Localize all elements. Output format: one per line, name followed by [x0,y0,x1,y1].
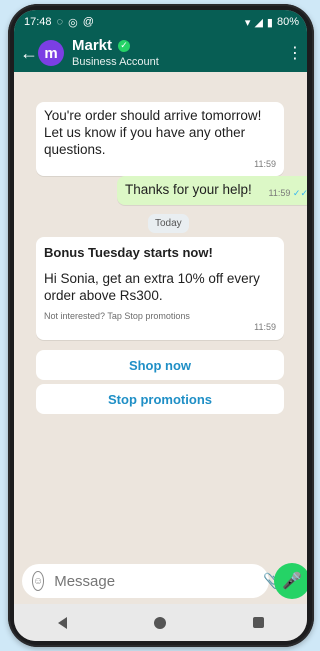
promo-title: Bonus Tuesday starts now! [44,245,213,260]
message-input[interactable] [52,571,256,591]
status-bar: 17:48 ◌ ◎ @ ▾ ◢ ▮ 80% [14,10,307,34]
message-time: 11:59 [254,322,276,333]
promo-message: Bonus Tuesday starts now! Hi Sonia, get … [36,237,284,340]
message-text: Thanks for your help! [125,182,252,197]
battery-percent: 80% [276,16,299,28]
promo-footer: Not interested? Tap Stop promotions [44,311,190,321]
more-options-icon[interactable]: ⋮ [287,43,303,63]
microphone-icon[interactable]: 🎤 [274,563,307,599]
message-time: 11:59 ✓✓ [269,188,307,199]
message-composer: ☺ 📎 📷 [22,564,307,598]
business-subtitle: Business Account [72,56,159,69]
promo-body: Hi Sonia, get an extra 10% off every ord… [44,271,260,304]
status-right: ▾ ◢ ▮ 80% [245,16,299,29]
at-icon: @ [82,16,94,28]
message-time-text: 11:59 [268,187,291,198]
nav-back-icon[interactable] [57,616,67,629]
business-name: Markt [72,36,113,54]
screen: 17:48 ◌ ◎ @ ▾ ◢ ▮ 80% ← m Markt ✓ Busine… [14,10,307,641]
avatar-letter: m [44,44,58,62]
incoming-message: You're order should arrive tomorrow! Let… [36,102,284,176]
emoji-icon[interactable]: ☺ [32,571,45,591]
verified-check-icon: ✓ [118,39,131,52]
signal-icon: ◢ [254,16,263,29]
nav-recents-icon[interactable] [252,617,264,628]
business-name-row: Markt ✓ [72,36,287,55]
chat-area: You're order should arrive tomorrow! Let… [14,72,307,579]
read-checks-icon: ✓✓ [292,187,307,198]
chat-header: ← m Markt ✓ Business Account ⋮ [14,34,307,72]
wifi-icon: ▾ [244,16,251,29]
shop-now-button[interactable]: Shop now [36,350,284,380]
outgoing-row: Thanks for your help! 11:59 ✓✓ [125,182,307,199]
message-text: You're order should arrive tomorrow! Let… [44,108,262,157]
battery-icon: ▮ [266,16,273,29]
nav-home-icon[interactable] [153,616,166,629]
status-left: 17:48 ◌ ◎ @ [24,16,94,29]
android-nav-bar [14,604,307,641]
avatar[interactable]: m [38,40,64,66]
date-separator: Today [148,214,189,233]
back-arrow-icon[interactable]: ← [20,43,38,64]
whatsapp-icon: ◌ [56,16,64,28]
stop-promotions-button[interactable]: Stop promotions [36,384,284,414]
outgoing-message: Thanks for your help! 11:59 ✓✓ [117,176,307,205]
status-time: 17:48 [24,16,52,28]
header-titles[interactable]: Markt ✓ Business Account [72,36,287,69]
instagram-icon: ◎ [68,16,78,29]
message-time: 11:59 [254,158,276,169]
